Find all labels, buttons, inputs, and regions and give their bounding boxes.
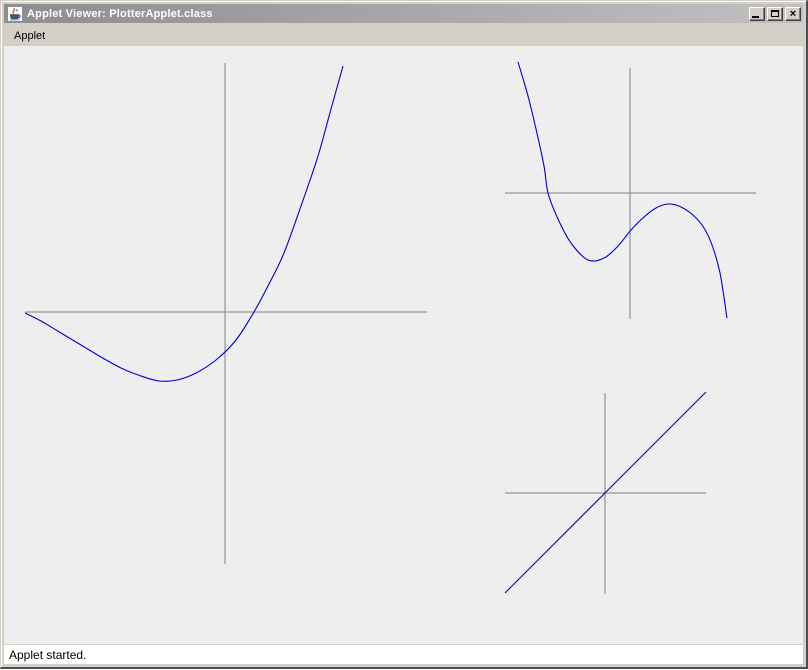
close-button[interactable]: × bbox=[785, 7, 801, 21]
close-icon: × bbox=[790, 9, 796, 19]
window-controls: × bbox=[749, 7, 801, 21]
applet-canvas bbox=[4, 46, 803, 644]
minimize-button[interactable] bbox=[749, 7, 765, 21]
minimize-icon bbox=[752, 16, 759, 18]
titlebar[interactable]: Applet Viewer: PlotterApplet.class × bbox=[4, 4, 803, 23]
applet-viewer-window: Applet Viewer: PlotterApplet.class × App… bbox=[0, 0, 808, 669]
menu-applet[interactable]: Applet bbox=[8, 28, 51, 44]
status-text: Applet started. bbox=[9, 648, 86, 662]
java-cup-icon bbox=[7, 6, 23, 22]
maximize-button[interactable] bbox=[767, 7, 783, 21]
maximize-icon bbox=[771, 10, 779, 17]
menubar: Applet bbox=[4, 25, 803, 46]
window-title: Applet Viewer: PlotterApplet.class bbox=[27, 8, 213, 20]
statusbar: Applet started. bbox=[4, 644, 803, 664]
